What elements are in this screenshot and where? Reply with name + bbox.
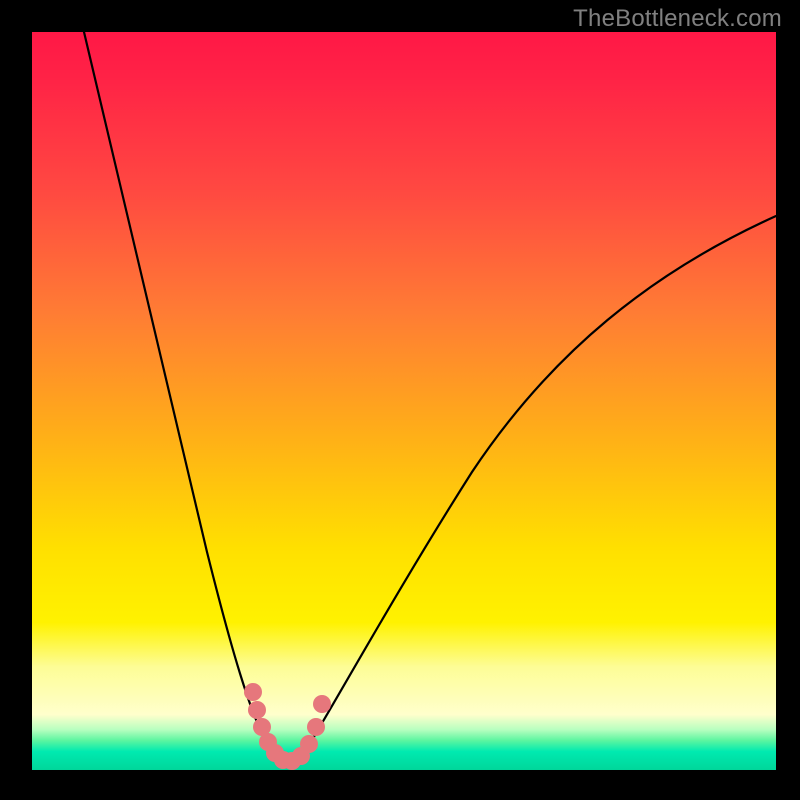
chart-stage: TheBottleneck.com (0, 0, 800, 800)
curve-svg (32, 32, 776, 770)
watermark-text: TheBottleneck.com (573, 5, 782, 33)
bottleneck-curve (84, 32, 776, 762)
highlight-dots (244, 683, 331, 770)
